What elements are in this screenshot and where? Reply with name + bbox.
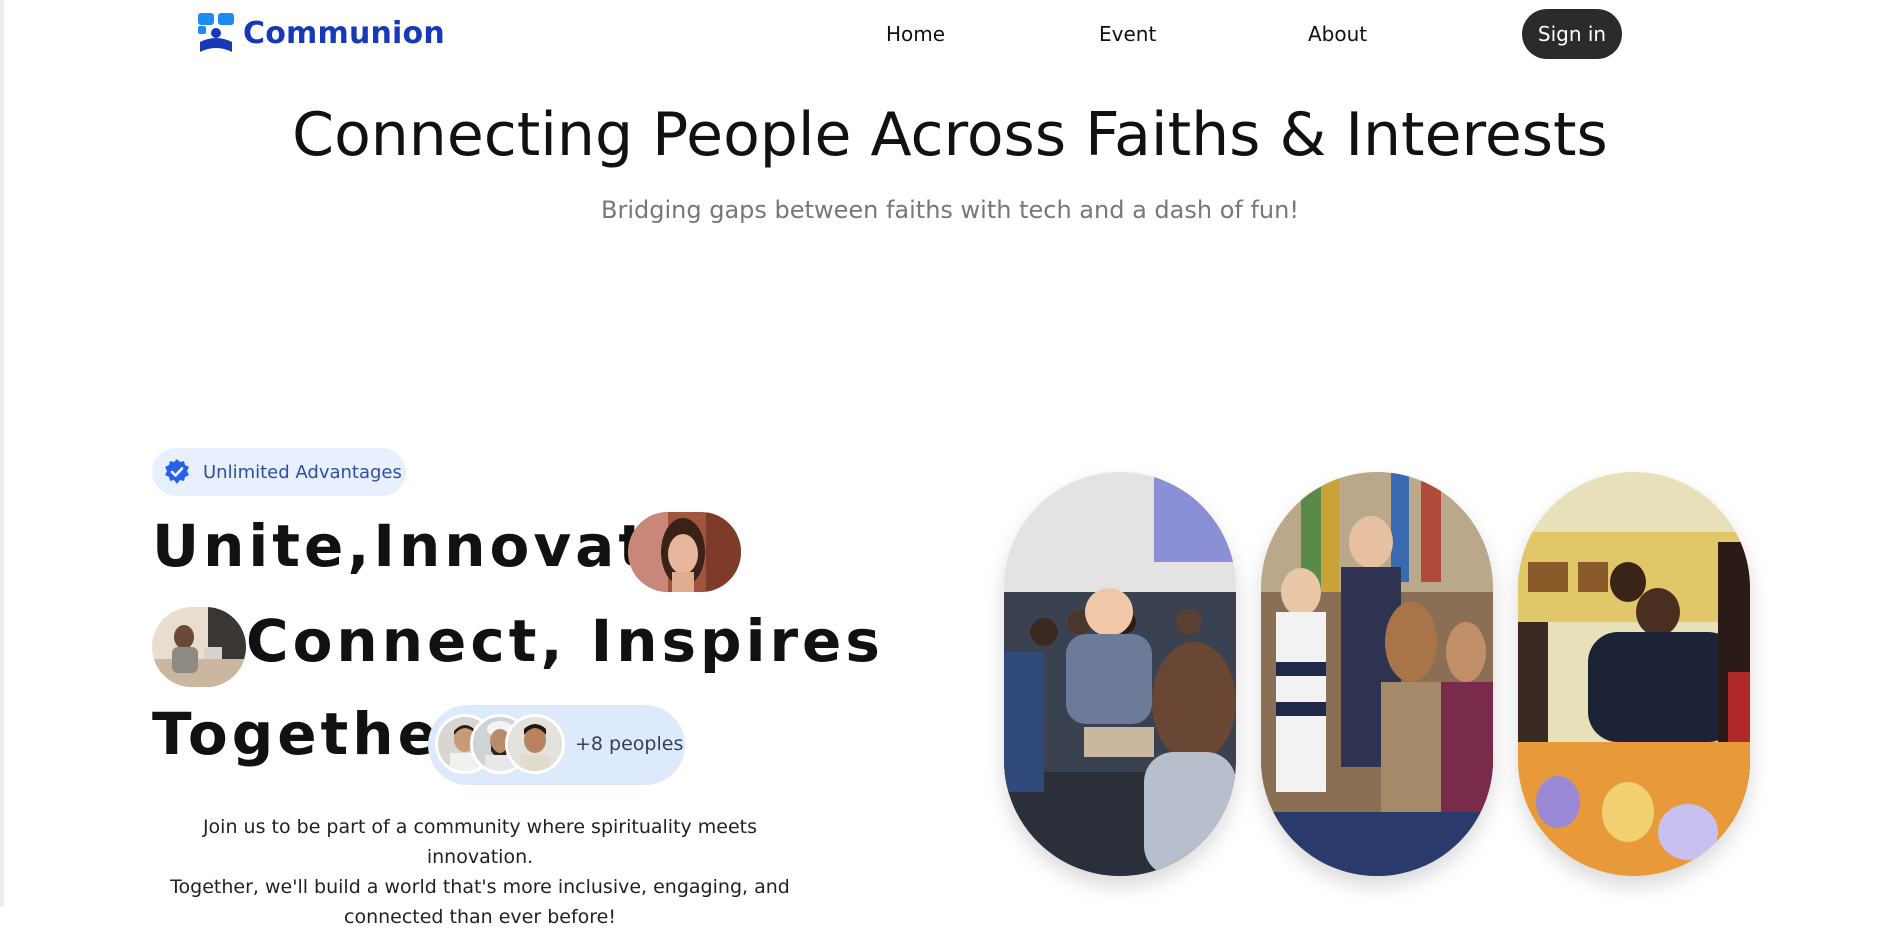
community-meal-photo: [1518, 472, 1750, 876]
paragraph-line: Together, we'll build a world that's mor…: [170, 876, 790, 898]
brand-logo[interactable]: Communion: [197, 12, 445, 54]
headline-line-2: Connect, Inspires: [246, 607, 884, 675]
headline-line-3: Together: [152, 700, 474, 768]
members-count: +8 peoples: [575, 733, 684, 755]
nav-about-link[interactable]: About: [1308, 22, 1367, 46]
hero-title: Connecting People Across Faiths & Intere…: [292, 100, 1608, 170]
members-pill: +8 peoples: [428, 705, 685, 785]
verified-check-icon: [165, 459, 189, 484]
woman-portrait-image: [628, 512, 741, 592]
hero-subtitle: Bridging gaps between faiths with tech a…: [601, 196, 1299, 224]
gathering-audience-photo: [1261, 472, 1493, 876]
intro-paragraph: Join us to be part of a community where …: [165, 812, 795, 932]
nav-home-link[interactable]: Home: [886, 22, 945, 46]
sign-in-button[interactable]: Sign in: [1522, 9, 1622, 59]
person-working-image: [152, 607, 246, 687]
nav-event-link[interactable]: Event: [1099, 22, 1156, 46]
badge-label: Unlimited Advantages: [203, 461, 402, 483]
paragraph-line: Join us to be part of a community where …: [202, 816, 758, 868]
communion-logo-icon: [198, 13, 234, 52]
group-discussion-photo: [1004, 472, 1236, 876]
top-nav: Communion Home Event About Sign in: [0, 0, 1889, 70]
brand-name: Communion: [243, 15, 445, 51]
advantages-badge: Unlimited Advantages: [152, 448, 406, 496]
avatar: [505, 714, 565, 774]
